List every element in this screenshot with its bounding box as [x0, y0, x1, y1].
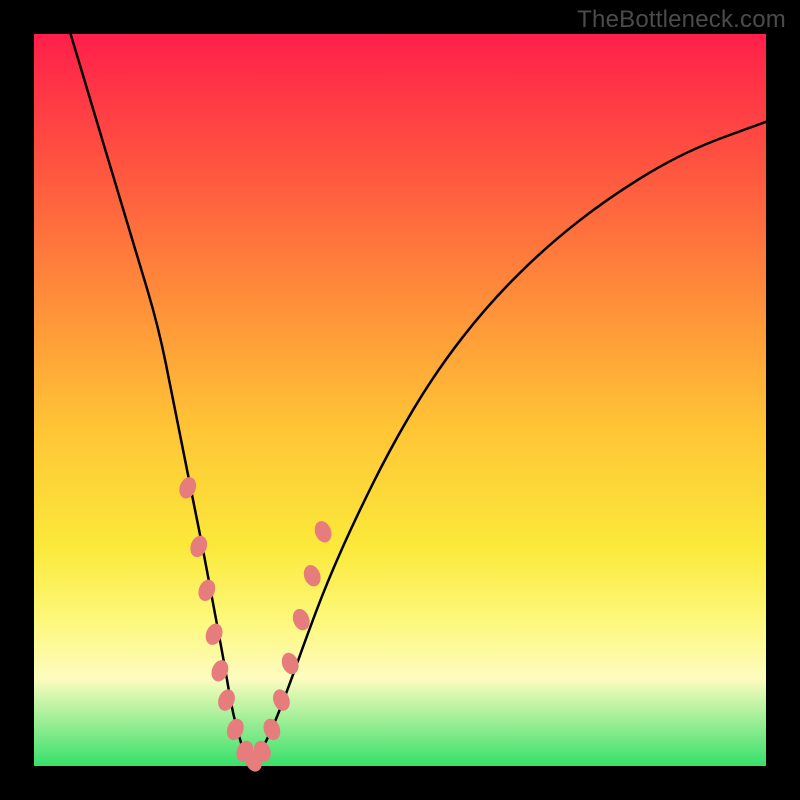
bead-marker: [312, 519, 335, 545]
curve-layer: [34, 34, 766, 766]
chart-frame: TheBottleneck.com: [0, 0, 800, 800]
bead-marker: [215, 687, 238, 713]
bead-marker: [224, 716, 247, 742]
curve-right-branch: [254, 122, 766, 766]
bead-marker: [203, 621, 226, 647]
bead-marker: [187, 533, 210, 559]
plot-area: [34, 34, 766, 766]
bead-marker: [176, 475, 199, 501]
bead-marker: [196, 577, 219, 603]
bead-marker: [301, 563, 324, 589]
bead-marker: [261, 716, 284, 742]
bead-marker: [270, 687, 293, 713]
watermark-text: TheBottleneck.com: [577, 6, 786, 34]
curve-left-branch: [71, 34, 254, 766]
bead-marker: [279, 650, 302, 676]
